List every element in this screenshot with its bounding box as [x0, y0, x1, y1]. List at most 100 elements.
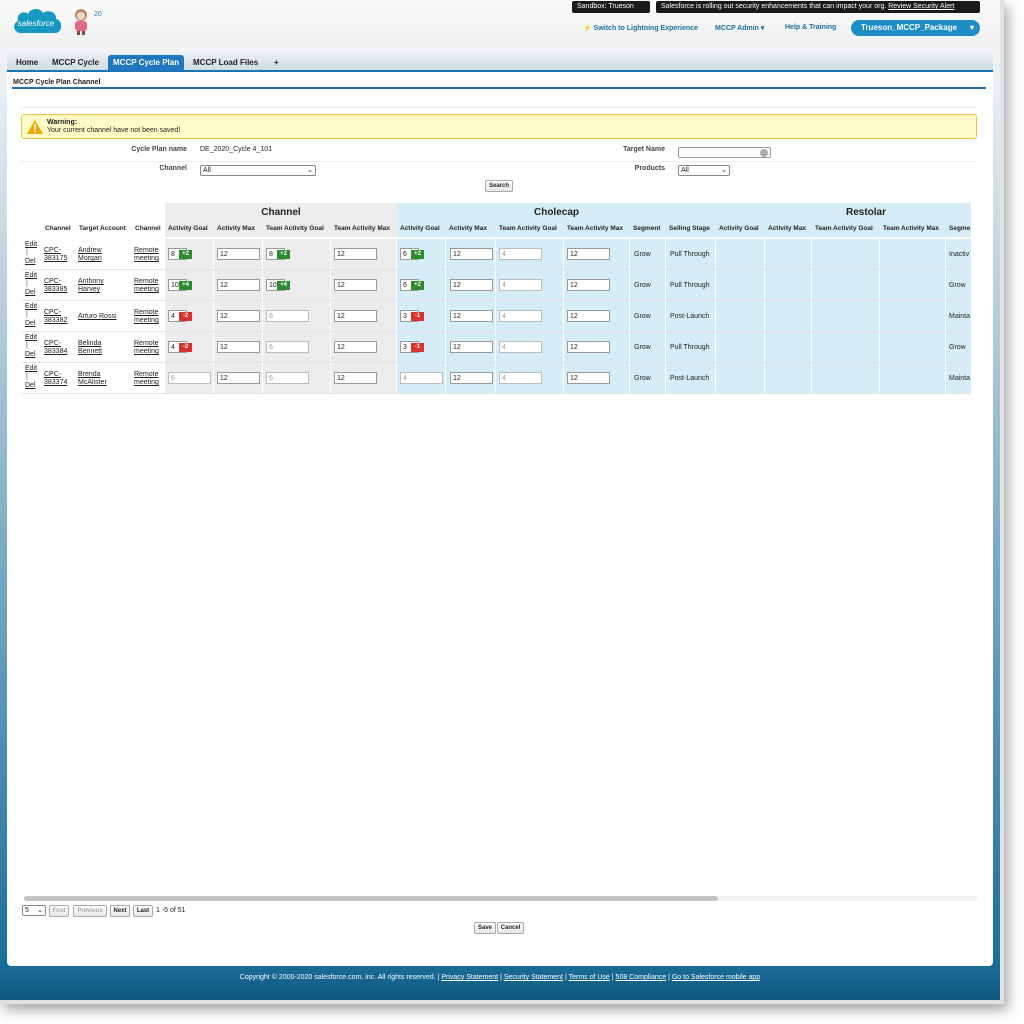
delete-link[interactable]: Del — [25, 258, 36, 266]
save-button[interactable]: Save — [474, 922, 496, 934]
activity-max-input[interactable]: 12 — [217, 248, 260, 260]
channel-type-link[interactable]: Remote — [134, 371, 159, 379]
cholecap-activity-max-input[interactable]: 12 — [450, 372, 493, 384]
mccp-admin-menu[interactable]: MCCP Admin ▾ — [715, 24, 764, 32]
page-size-select[interactable]: 5 ⌄ — [22, 905, 46, 916]
privacy-statement-link[interactable]: Privacy Statement — [441, 974, 498, 981]
channel-type-link[interactable]: Remote — [134, 278, 159, 286]
target-account-link[interactable]: Andrew — [78, 247, 102, 255]
cholecap-activity-goal-input[interactable]: 4 — [400, 372, 443, 384]
compliance-508-link[interactable]: 508 Compliance — [616, 974, 667, 981]
first-page-button[interactable]: First — [49, 905, 69, 917]
cholecap-team-activity-max-input[interactable]: 12 — [567, 248, 610, 260]
cholecap-team-activity-goal-input[interactable]: 4 — [499, 372, 542, 384]
edit-link[interactable]: Edit — [25, 241, 37, 249]
team-activity-goal-input[interactable]: 6 — [266, 310, 309, 322]
switch-lightning-link[interactable]: ⚡ Switch to Lightning Experience — [583, 24, 698, 32]
lookup-icon[interactable] — [760, 149, 768, 157]
edit-link[interactable]: Edit — [25, 334, 37, 342]
target-account-link[interactable]: Harvey — [78, 286, 100, 294]
target-account-link[interactable]: McAlister — [78, 379, 107, 387]
scrollbar-thumb[interactable] — [24, 896, 718, 901]
tab-home[interactable]: Home — [11, 55, 43, 70]
target-account-link[interactable]: Brenda — [78, 371, 101, 379]
cholecap-team-activity-goal-input[interactable]: 4 — [499, 248, 542, 260]
edit-link[interactable]: Edit — [25, 272, 37, 280]
channel-type-link[interactable]: meeting — [134, 317, 159, 325]
channel-type-link[interactable]: Remote — [134, 309, 159, 317]
target-account-link[interactable]: Bennett — [78, 348, 102, 356]
cancel-button[interactable]: Cancel — [497, 922, 524, 934]
target-account-link[interactable]: Morgan — [78, 255, 102, 263]
cholecap-activity-max-input[interactable]: 12 — [450, 248, 493, 260]
cholecap-team-activity-goal-input[interactable]: 4 — [499, 310, 542, 322]
channel-type-link[interactable]: meeting — [134, 255, 159, 263]
activity-max-input[interactable]: 12 — [217, 341, 260, 353]
tab-mccp-load-files[interactable]: MCCP Load Files — [188, 55, 263, 70]
cholecap-team-activity-max-input[interactable]: 12 — [567, 310, 610, 322]
target-account-link[interactable]: Anthony — [78, 278, 104, 286]
activity-max-input[interactable]: 12 — [217, 372, 260, 384]
tab-mccp-cycle[interactable]: MCCP Cycle — [47, 55, 104, 70]
channel-type-link[interactable]: meeting — [134, 379, 159, 387]
delete-link[interactable]: Del — [25, 351, 36, 359]
horizontal-scrollbar[interactable] — [24, 896, 978, 901]
chevron-down-icon: ▾ — [969, 23, 974, 32]
channel-select[interactable]: All ⌄ — [200, 165, 316, 176]
review-security-alert-link[interactable]: Review Security Alert — [888, 3, 954, 10]
products-select[interactable]: All ⌄ — [678, 165, 730, 176]
security-statement-link[interactable]: Security Statement — [504, 974, 563, 981]
team-activity-max-input[interactable]: 12 — [334, 248, 377, 260]
target-name-input[interactable] — [678, 147, 771, 158]
cholecap-activity-max-input[interactable]: 12 — [450, 279, 493, 291]
help-training-link[interactable]: Help & Training — [785, 24, 836, 31]
channel-id-link[interactable]: 383175 — [44, 255, 67, 263]
team-activity-goal-input[interactable]: 6 — [266, 341, 309, 353]
channel-id-link[interactable]: CPC- — [44, 371, 61, 379]
delete-link[interactable]: Del — [25, 382, 36, 390]
channel-id-link[interactable]: 383374 — [44, 379, 67, 387]
channel-id-link[interactable]: CPC- — [44, 247, 61, 255]
edit-link[interactable]: Edit — [25, 365, 37, 373]
target-account-link[interactable]: Belinda — [78, 340, 101, 348]
terms-of-use-link[interactable]: Terms of Use — [569, 974, 610, 981]
team-activity-max-input[interactable]: 12 — [334, 372, 377, 384]
team-activity-max-input[interactable]: 12 — [334, 279, 377, 291]
team-activity-max-input[interactable]: 12 — [334, 310, 377, 322]
activity-max-input[interactable]: 12 — [217, 279, 260, 291]
cholecap-team-activity-goal-input[interactable]: 4 — [499, 279, 542, 291]
activity-max-input[interactable]: 12 — [217, 310, 260, 322]
target-account-link[interactable]: Arturo Rossi — [78, 313, 117, 321]
team-activity-max-input[interactable]: 12 — [334, 341, 377, 353]
cholecap-activity-max-input[interactable]: 12 — [450, 310, 493, 322]
cholecap-activity-max-input[interactable]: 12 — [450, 341, 493, 353]
channel-id-link[interactable]: CPC- — [44, 309, 61, 317]
mobile-app-link[interactable]: Go to Salesforce mobile app — [672, 974, 760, 981]
channel-type-link[interactable]: Remote — [134, 340, 159, 348]
edit-link[interactable]: Edit — [25, 303, 37, 311]
delete-link[interactable]: Del — [25, 289, 36, 297]
channel-id-link[interactable]: 383385 — [44, 286, 67, 294]
activity-goal-input[interactable]: 6 — [168, 372, 211, 384]
cholecap-team-activity-max-input[interactable]: 12 — [567, 372, 610, 384]
cholecap-team-activity-max-input[interactable]: 12 — [567, 279, 610, 291]
team-activity-goal-input[interactable]: 6 — [266, 372, 309, 384]
last-page-button[interactable]: Last — [133, 905, 153, 917]
channel-id-link[interactable]: 383384 — [44, 348, 67, 356]
salesforce-logo: salesforce — [14, 8, 62, 33]
channel-id-link[interactable]: CPC- — [44, 278, 61, 286]
search-button[interactable]: Search — [485, 180, 513, 192]
next-page-button[interactable]: Next — [110, 905, 130, 917]
channel-type-link[interactable]: Remote — [134, 247, 159, 255]
delete-link[interactable]: Del — [25, 320, 36, 328]
channel-id-link[interactable]: 383382 — [44, 317, 67, 325]
channel-type-link[interactable]: meeting — [134, 348, 159, 356]
package-menu-button[interactable]: Trueson_MCCP_Package ▾ — [851, 20, 980, 36]
channel-id-link[interactable]: CPC- — [44, 340, 61, 348]
channel-type-link[interactable]: meeting — [134, 286, 159, 294]
add-tab-button[interactable]: + — [269, 55, 284, 70]
cholecap-team-activity-max-input[interactable]: 12 — [567, 341, 610, 353]
tab-mccp-cycle-plan[interactable]: MCCP Cycle Plan — [108, 55, 185, 70]
previous-page-button[interactable]: Previous — [73, 905, 107, 917]
cholecap-team-activity-goal-input[interactable]: 4 — [499, 341, 542, 353]
